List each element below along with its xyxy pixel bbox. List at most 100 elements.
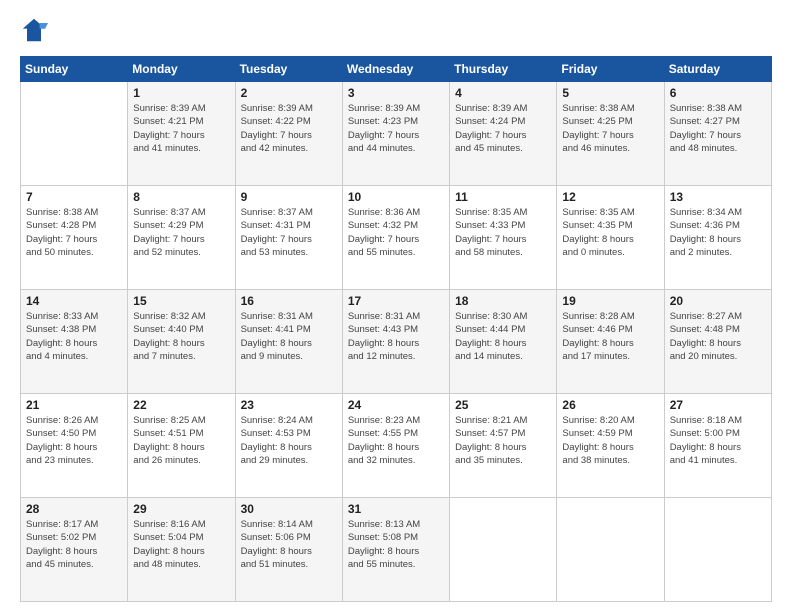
logo bbox=[20, 16, 52, 44]
day-info: Sunrise: 8:39 AMSunset: 4:21 PMDaylight:… bbox=[133, 102, 229, 155]
day-info: Sunrise: 8:30 AMSunset: 4:44 PMDaylight:… bbox=[455, 310, 551, 363]
logo-icon bbox=[20, 16, 48, 44]
day-number: 6 bbox=[670, 86, 766, 100]
calendar-cell: 4 Sunrise: 8:39 AMSunset: 4:24 PMDaylight… bbox=[450, 82, 557, 186]
day-info: Sunrise: 8:21 AMSunset: 4:57 PMDaylight:… bbox=[455, 414, 551, 467]
calendar-cell: 17 Sunrise: 8:31 AMSunset: 4:43 PMDayligh… bbox=[342, 290, 449, 394]
day-number: 15 bbox=[133, 294, 229, 308]
day-number: 2 bbox=[241, 86, 337, 100]
calendar-cell: 13 Sunrise: 8:34 AMSunset: 4:36 PMDayligh… bbox=[664, 186, 771, 290]
calendar-cell: 18 Sunrise: 8:30 AMSunset: 4:44 PMDayligh… bbox=[450, 290, 557, 394]
day-number: 31 bbox=[348, 502, 444, 516]
calendar-cell: 9Sunrise: 8:37 AMSunset: 4:31 PMDaylight… bbox=[235, 186, 342, 290]
day-number: 7 bbox=[26, 190, 122, 204]
day-info: Sunrise: 8:16 AMSunset: 5:04 PMDaylight:… bbox=[133, 518, 229, 571]
calendar-week-2: 7 Sunrise: 8:38 AMSunset: 4:28 PMDaylight… bbox=[21, 186, 772, 290]
day-info: Sunrise: 8:39 AMSunset: 4:22 PMDaylight:… bbox=[241, 102, 337, 155]
calendar-cell: 2 Sunrise: 8:39 AMSunset: 4:22 PMDaylight… bbox=[235, 82, 342, 186]
day-number: 12 bbox=[562, 190, 658, 204]
day-number: 9 bbox=[241, 190, 337, 204]
calendar-cell: 7 Sunrise: 8:38 AMSunset: 4:28 PMDaylight… bbox=[21, 186, 128, 290]
calendar-cell: 31 Sunrise: 8:13 AMSunset: 5:08 PMDayligh… bbox=[342, 498, 449, 602]
calendar-cell bbox=[450, 498, 557, 602]
day-number: 18 bbox=[455, 294, 551, 308]
day-number: 3 bbox=[348, 86, 444, 100]
day-number: 21 bbox=[26, 398, 122, 412]
day-info: Sunrise: 8:39 AMSunset: 4:24 PMDaylight:… bbox=[455, 102, 551, 155]
day-number: 27 bbox=[670, 398, 766, 412]
calendar-cell: 6 Sunrise: 8:38 AMSunset: 4:27 PMDaylight… bbox=[664, 82, 771, 186]
day-info: Sunrise: 8:20 AMSunset: 4:59 PMDaylight:… bbox=[562, 414, 658, 467]
day-info: Sunrise: 8:25 AMSunset: 4:51 PMDaylight:… bbox=[133, 414, 229, 467]
day-info: Sunrise: 8:28 AMSunset: 4:46 PMDaylight:… bbox=[562, 310, 658, 363]
day-info: Sunrise: 8:26 AMSunset: 4:50 PMDaylight:… bbox=[26, 414, 122, 467]
calendar-week-1: 1 Sunrise: 8:39 AMSunset: 4:21 PMDaylight… bbox=[21, 82, 772, 186]
day-info: Sunrise: 8:35 AMSunset: 4:35 PMDaylight:… bbox=[562, 206, 658, 259]
header-thursday: Thursday bbox=[450, 57, 557, 82]
calendar-cell: 5 Sunrise: 8:38 AMSunset: 4:25 PMDaylight… bbox=[557, 82, 664, 186]
day-info: Sunrise: 8:37 AMSunset: 4:29 PMDaylight:… bbox=[133, 206, 229, 259]
calendar: SundayMondayTuesdayWednesdayThursdayFrid… bbox=[20, 56, 772, 602]
day-number: 30 bbox=[241, 502, 337, 516]
day-info: Sunrise: 8:31 AMSunset: 4:41 PMDaylight:… bbox=[241, 310, 337, 363]
header-tuesday: Tuesday bbox=[235, 57, 342, 82]
calendar-week-4: 21 Sunrise: 8:26 AMSunset: 4:50 PMDayligh… bbox=[21, 394, 772, 498]
calendar-cell: 30 Sunrise: 8:14 AMSunset: 5:06 PMDayligh… bbox=[235, 498, 342, 602]
day-number: 23 bbox=[241, 398, 337, 412]
calendar-cell: 12 Sunrise: 8:35 AMSunset: 4:35 PMDayligh… bbox=[557, 186, 664, 290]
day-number: 24 bbox=[348, 398, 444, 412]
header-sunday: Sunday bbox=[21, 57, 128, 82]
calendar-cell: 11 Sunrise: 8:35 AMSunset: 4:33 PMDayligh… bbox=[450, 186, 557, 290]
day-info: Sunrise: 8:24 AMSunset: 4:53 PMDaylight:… bbox=[241, 414, 337, 467]
day-info: Sunrise: 8:35 AMSunset: 4:33 PMDaylight:… bbox=[455, 206, 551, 259]
calendar-cell: 25 Sunrise: 8:21 AMSunset: 4:57 PMDayligh… bbox=[450, 394, 557, 498]
page: SundayMondayTuesdayWednesdayThursdayFrid… bbox=[0, 0, 792, 612]
calendar-cell: 26Sunrise: 8:20 AMSunset: 4:59 PMDayligh… bbox=[557, 394, 664, 498]
day-info: Sunrise: 8:13 AMSunset: 5:08 PMDaylight:… bbox=[348, 518, 444, 571]
header bbox=[20, 16, 772, 44]
calendar-cell: 16Sunrise: 8:31 AMSunset: 4:41 PMDayligh… bbox=[235, 290, 342, 394]
calendar-cell: 28Sunrise: 8:17 AMSunset: 5:02 PMDayligh… bbox=[21, 498, 128, 602]
day-info: Sunrise: 8:27 AMSunset: 4:48 PMDaylight:… bbox=[670, 310, 766, 363]
calendar-cell: 22 Sunrise: 8:25 AMSunset: 4:51 PMDayligh… bbox=[128, 394, 235, 498]
calendar-cell bbox=[557, 498, 664, 602]
day-info: Sunrise: 8:38 AMSunset: 4:27 PMDaylight:… bbox=[670, 102, 766, 155]
day-info: Sunrise: 8:31 AMSunset: 4:43 PMDaylight:… bbox=[348, 310, 444, 363]
calendar-header-row: SundayMondayTuesdayWednesdayThursdayFrid… bbox=[21, 57, 772, 82]
calendar-cell: 14Sunrise: 8:33 AMSunset: 4:38 PMDayligh… bbox=[21, 290, 128, 394]
calendar-week-5: 28Sunrise: 8:17 AMSunset: 5:02 PMDayligh… bbox=[21, 498, 772, 602]
day-info: Sunrise: 8:34 AMSunset: 4:36 PMDaylight:… bbox=[670, 206, 766, 259]
calendar-week-3: 14Sunrise: 8:33 AMSunset: 4:38 PMDayligh… bbox=[21, 290, 772, 394]
calendar-cell bbox=[21, 82, 128, 186]
day-info: Sunrise: 8:39 AMSunset: 4:23 PMDaylight:… bbox=[348, 102, 444, 155]
day-number: 13 bbox=[670, 190, 766, 204]
day-number: 25 bbox=[455, 398, 551, 412]
calendar-cell: 20 Sunrise: 8:27 AMSunset: 4:48 PMDayligh… bbox=[664, 290, 771, 394]
day-number: 10 bbox=[348, 190, 444, 204]
day-number: 22 bbox=[133, 398, 229, 412]
day-number: 11 bbox=[455, 190, 551, 204]
calendar-cell: 8Sunrise: 8:37 AMSunset: 4:29 PMDaylight… bbox=[128, 186, 235, 290]
day-number: 5 bbox=[562, 86, 658, 100]
calendar-cell: 1 Sunrise: 8:39 AMSunset: 4:21 PMDaylight… bbox=[128, 82, 235, 186]
day-info: Sunrise: 8:18 AMSunset: 5:00 PMDaylight:… bbox=[670, 414, 766, 467]
day-number: 20 bbox=[670, 294, 766, 308]
day-info: Sunrise: 8:23 AMSunset: 4:55 PMDaylight:… bbox=[348, 414, 444, 467]
calendar-cell: 21 Sunrise: 8:26 AMSunset: 4:50 PMDayligh… bbox=[21, 394, 128, 498]
day-number: 19 bbox=[562, 294, 658, 308]
day-number: 17 bbox=[348, 294, 444, 308]
day-number: 4 bbox=[455, 86, 551, 100]
day-number: 29 bbox=[133, 502, 229, 516]
day-number: 14 bbox=[26, 294, 122, 308]
day-info: Sunrise: 8:14 AMSunset: 5:06 PMDaylight:… bbox=[241, 518, 337, 571]
calendar-cell: 23 Sunrise: 8:24 AMSunset: 4:53 PMDayligh… bbox=[235, 394, 342, 498]
day-number: 1 bbox=[133, 86, 229, 100]
calendar-cell: 3 Sunrise: 8:39 AMSunset: 4:23 PMDaylight… bbox=[342, 82, 449, 186]
day-info: Sunrise: 8:38 AMSunset: 4:25 PMDaylight:… bbox=[562, 102, 658, 155]
header-saturday: Saturday bbox=[664, 57, 771, 82]
day-info: Sunrise: 8:17 AMSunset: 5:02 PMDaylight:… bbox=[26, 518, 122, 571]
day-info: Sunrise: 8:38 AMSunset: 4:28 PMDaylight:… bbox=[26, 206, 122, 259]
day-info: Sunrise: 8:32 AMSunset: 4:40 PMDaylight:… bbox=[133, 310, 229, 363]
calendar-cell: 19 Sunrise: 8:28 AMSunset: 4:46 PMDayligh… bbox=[557, 290, 664, 394]
header-monday: Monday bbox=[128, 57, 235, 82]
